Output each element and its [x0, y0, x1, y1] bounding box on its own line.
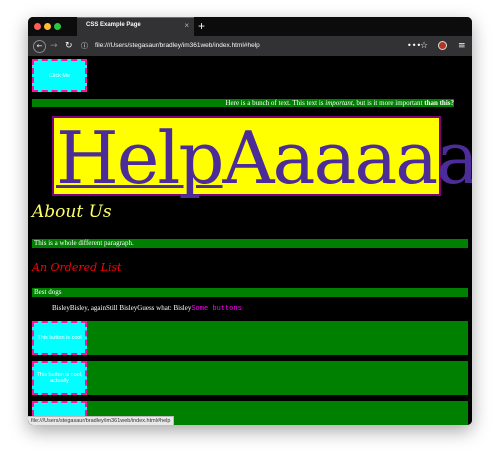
text-banner: Here is a bunch of text. This text is im… — [32, 99, 454, 107]
tab-close-icon[interactable]: × — [184, 21, 189, 30]
reload-icon[interactable]: ↻ — [65, 40, 73, 52]
help-heading-box: HelpAaaaaa — [52, 116, 472, 200]
address-bar[interactable]: file:///Users/stegasaur/bradley/im361web… — [95, 42, 260, 49]
page-viewport: Click Me Here is a bunch of text. This t… — [28, 56, 472, 425]
browser-window: CSS Example Page × + ← → ↻ ⓘ file:///Use… — [28, 17, 472, 425]
close-window-icon[interactable] — [34, 23, 41, 30]
different-paragraph: This is a whole different paragraph. — [32, 239, 468, 248]
bisley-items: BisleyBisley, againStill BisleyGuess wha… — [52, 304, 192, 312]
tab-title: CSS Example Page — [86, 22, 141, 28]
click-me-button[interactable]: Click Me — [32, 59, 87, 92]
hamburger-menu-icon[interactable]: ≡ — [458, 40, 466, 52]
status-bar-url: file:///Users/stegasaur/bradley/im361web… — [28, 416, 175, 425]
banner-important: important — [325, 99, 353, 107]
tab-css-example-page[interactable]: CSS Example Page × — [77, 17, 194, 36]
bookmark-star-icon[interactable]: ☆ — [420, 40, 428, 52]
back-arrow-icon[interactable]: ← — [33, 40, 46, 53]
help-heading: HelpAaaaaa — [56, 110, 472, 206]
cool-button[interactable]: This button is cool — [32, 321, 87, 355]
maximize-window-icon[interactable] — [54, 23, 61, 30]
minimize-window-icon[interactable] — [44, 23, 51, 30]
best-dogs-bar: Best dogs — [32, 288, 468, 297]
ordered-list-heading: An Ordered List — [32, 261, 122, 274]
new-tab-button[interactable]: + — [198, 18, 205, 34]
navigation-bar: ← → ↻ ⓘ file:///Users/stegasaur/bradley/… — [28, 36, 472, 56]
some-buttons-label: Some buttons — [191, 305, 242, 313]
help-link[interactable]: Help — [56, 116, 225, 200]
button-row-2 — [32, 361, 468, 395]
banner-strong: than this? — [424, 99, 454, 107]
extension-icon[interactable] — [438, 41, 447, 50]
banner-text-mid: , but is it more important — [352, 99, 425, 107]
banner-text-start: Here is a bunch of text. This text is — [225, 99, 326, 107]
tab-bar: CSS Example Page × + — [28, 17, 472, 36]
bisley-list: BisleyBisley, againStill BisleyGuess wha… — [52, 304, 242, 313]
help-heading-rest: Aaaaaa — [222, 116, 472, 200]
info-icon[interactable]: ⓘ — [81, 40, 88, 52]
forward-arrow-icon[interactable]: → — [50, 40, 58, 52]
button-row-1 — [32, 321, 468, 355]
cool-actually-button[interactable]: This button is cool, actually — [32, 361, 87, 395]
about-us-heading: About Us — [32, 202, 112, 222]
